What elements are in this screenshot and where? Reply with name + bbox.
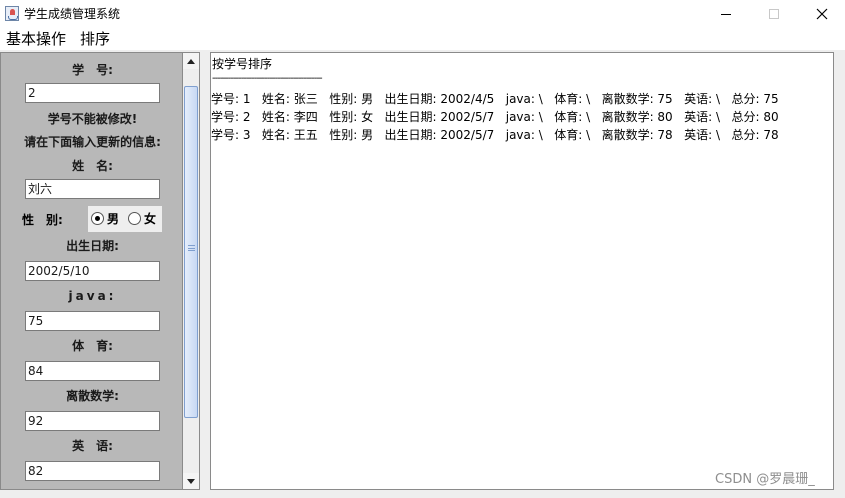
edit-form-panel: 学 号: 2 学号不能被修改! 请在下面输入更新的信息: 姓 名: 刘六 性 别… bbox=[0, 52, 183, 490]
update-prompt: 请在下面输入更新的信息: bbox=[24, 135, 161, 149]
student-id-field[interactable]: 2 bbox=[25, 83, 160, 103]
grip-icon bbox=[188, 245, 195, 251]
name-field[interactable]: 刘六 bbox=[25, 179, 160, 199]
birth-date-field[interactable]: 2002/5/10 bbox=[25, 261, 160, 281]
menu-sort[interactable]: 排序 bbox=[80, 29, 110, 49]
discrete-math-label: 离散数学: bbox=[66, 389, 119, 403]
java-label: java: bbox=[68, 289, 117, 303]
scroll-thumb[interactable] bbox=[184, 86, 198, 418]
results-title: 按学号排序 bbox=[212, 57, 273, 71]
result-row: 学号: 3 姓名: 王五 性别: 男 出生日期: 2002/5/7 java: … bbox=[211, 128, 779, 142]
english-score-field[interactable]: 82 bbox=[25, 461, 160, 481]
discrete-math-score-field[interactable]: 92 bbox=[25, 411, 160, 431]
gender-female-radio[interactable] bbox=[128, 212, 141, 225]
close-button[interactable] bbox=[799, 0, 845, 28]
scroll-up-button[interactable] bbox=[183, 53, 199, 69]
gender-male-label[interactable]: 男 bbox=[107, 211, 119, 227]
pe-score-field[interactable]: 84 bbox=[25, 361, 160, 381]
arrow-up-icon bbox=[187, 58, 195, 64]
maximize-button[interactable] bbox=[751, 0, 797, 28]
result-row: 学号: 2 姓名: 李四 性别: 女 出生日期: 2002/5/7 java: … bbox=[211, 110, 779, 124]
scroll-down-button[interactable] bbox=[183, 473, 199, 489]
minimize-icon bbox=[721, 13, 731, 15]
student-id-notice: 学号不能被修改! bbox=[47, 112, 138, 126]
menu-basic-operations[interactable]: 基本操作 bbox=[6, 29, 66, 49]
student-id-label: 学 号: bbox=[72, 63, 113, 77]
watermark: CSDN @罗晨珊_ bbox=[715, 472, 815, 487]
maximize-icon bbox=[769, 9, 779, 19]
title-bar: 学生成绩管理系统 bbox=[0, 0, 845, 28]
gender-male-radio[interactable] bbox=[91, 212, 104, 225]
java-score-field[interactable]: 75 bbox=[25, 311, 160, 331]
java-cup-icon bbox=[5, 6, 19, 21]
minimize-button[interactable] bbox=[703, 0, 749, 28]
gender-radio-group: 男 女 bbox=[88, 206, 162, 232]
result-row: 学号: 1 姓名: 张三 性别: 男 出生日期: 2002/4/5 java: … bbox=[211, 92, 779, 106]
form-scrollbar[interactable] bbox=[183, 52, 200, 490]
gender-female-label[interactable]: 女 bbox=[144, 211, 156, 227]
results-text-area[interactable]: 按学号排序 ----------------------------------… bbox=[210, 52, 834, 490]
results-divider: ----------------------------------------… bbox=[212, 73, 323, 84]
name-label: 姓 名: bbox=[72, 159, 113, 173]
menu-bar: 基本操作 排序 bbox=[0, 28, 845, 50]
gender-label: 性 别: bbox=[22, 213, 63, 227]
english-label: 英 语: bbox=[72, 439, 113, 453]
close-icon bbox=[816, 8, 828, 20]
window-title: 学生成绩管理系统 bbox=[24, 7, 121, 21]
birth-date-label: 出生日期: bbox=[66, 239, 119, 253]
pe-label: 体 育: bbox=[72, 339, 113, 353]
arrow-down-icon bbox=[187, 478, 195, 484]
